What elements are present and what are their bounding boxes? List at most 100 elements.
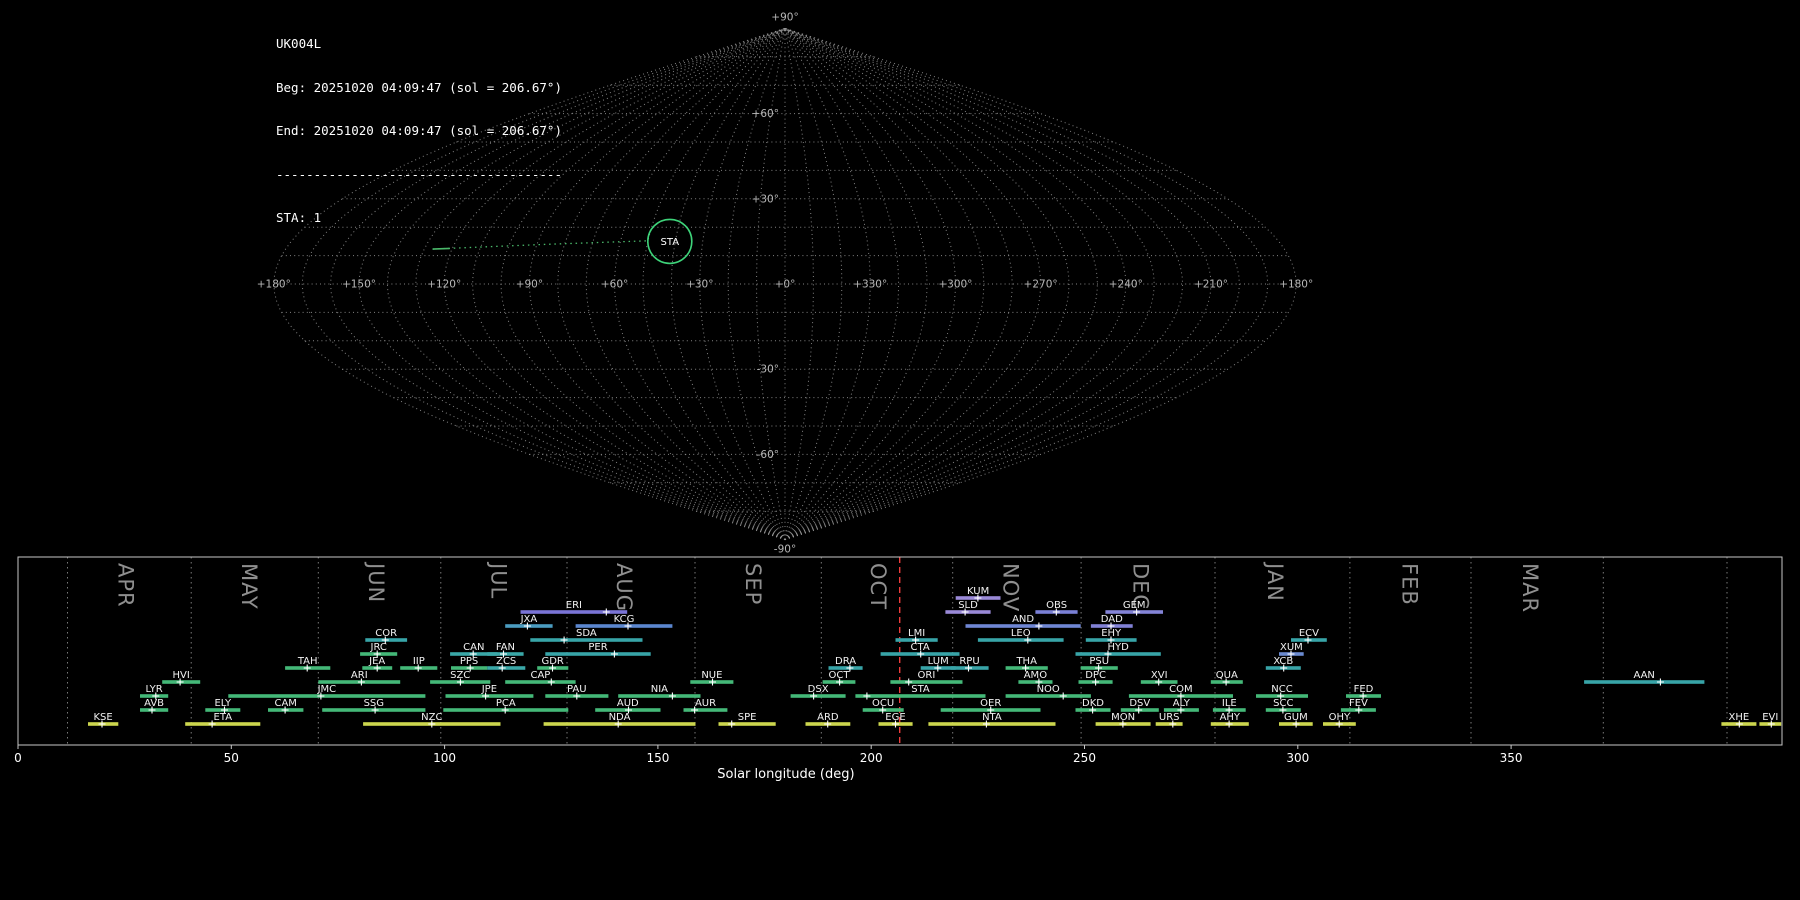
shower-code-label: KCG: [614, 614, 635, 625]
shower-code-label: FED: [1354, 684, 1374, 695]
shower-code-label: HYD: [1108, 642, 1130, 653]
longitude-label: +0°: [775, 279, 796, 291]
month-label: OCT: [866, 563, 890, 610]
longitude-label: +240°: [1109, 279, 1143, 291]
shower-code-label: NDA: [609, 712, 631, 723]
shower-code-label: XCB: [1273, 656, 1293, 667]
shower-code-label: EGE: [885, 712, 905, 723]
shower-code-label: ILE: [1222, 698, 1237, 709]
shower-code-label: DAD: [1101, 614, 1123, 625]
latitude-label: -30°: [757, 364, 779, 376]
month-label: MAY: [237, 563, 261, 610]
month-label: FEB: [1398, 563, 1422, 606]
shower-code-label: ECV: [1299, 628, 1319, 639]
x-tick-label: 50: [224, 751, 239, 765]
shower-code-label: OCT: [829, 670, 851, 681]
shower-code-label: ERI: [566, 600, 582, 611]
shower-code-label: NTA: [982, 712, 1002, 723]
shower-code-label: COR: [375, 628, 397, 639]
shower-code-label: KSE: [93, 712, 112, 723]
shower-code-label: NIA: [651, 684, 668, 695]
shower-code-label: OCU: [872, 698, 894, 709]
radiant-shower-code: STA: [661, 237, 680, 248]
shower-code-label: ZCS: [496, 656, 516, 667]
shower-code-label: ARI: [351, 670, 368, 681]
shower-code-label: QUA: [1216, 670, 1238, 681]
month-label: MAR: [1518, 563, 1542, 613]
month-label: JAN: [1263, 561, 1287, 602]
x-tick-label: 0: [14, 751, 22, 765]
shower-code-label: NCC: [1271, 684, 1292, 695]
shower-code-label: IIP: [413, 656, 425, 667]
shower-code-label: SZC: [450, 670, 470, 681]
shower-code-label: RPU: [959, 656, 979, 667]
shower-code-label: XHE: [1729, 712, 1750, 723]
longitude-label: +150°: [342, 279, 376, 291]
shower-code-label: AUR: [695, 698, 716, 709]
longitude-label: +180°: [257, 279, 291, 291]
shower-code-label: FAN: [496, 642, 515, 653]
longitude-label: +210°: [1194, 279, 1228, 291]
shower-code-label: CAN: [463, 642, 484, 653]
shower-code-label: OER: [980, 698, 1001, 709]
end-time: End: 20251020 04:09:47 (sol = 206.67°): [276, 124, 562, 139]
month-label: SEP: [741, 563, 765, 605]
pole-south-label: -90°: [774, 544, 796, 555]
shower-code-label: SCC: [1273, 698, 1293, 709]
shower-code-label: NZC: [421, 712, 442, 723]
shower-code-label: LMI: [908, 628, 925, 639]
shower-code-label: PPS: [460, 656, 478, 667]
shower-code-label: DKD: [1082, 698, 1104, 709]
shower-code-label: JRC: [370, 642, 387, 653]
meteor-observation-screen: UK004L Beg: 20251020 04:09:47 (sol = 206…: [0, 0, 1800, 900]
month-label: AUG: [612, 563, 636, 612]
longitude-label: +90°: [516, 279, 543, 291]
shower-code-label: EHY: [1101, 628, 1122, 639]
x-axis-title: Solar longitude (deg): [717, 767, 854, 782]
shower-code-label: LUM: [928, 656, 949, 667]
shower-code-label: SDA: [576, 628, 597, 639]
x-tick-label: 100: [433, 751, 456, 765]
shower-code-label: OBS: [1046, 600, 1067, 611]
shower-code-label: DSX: [808, 684, 829, 695]
longitude-label: +60°: [601, 279, 628, 291]
shower-code-label: ALY: [1173, 698, 1191, 709]
shower-code-label: AAN: [1633, 670, 1654, 681]
x-tick-label: 300: [1286, 751, 1309, 765]
sky-map: +90°-90°+60°+30°-30°-60°+180°+150°+120°+…: [0, 0, 1800, 555]
shower-code-label: LYR: [145, 684, 162, 695]
shower-code-label: ARD: [817, 712, 839, 723]
shower-code-label: FEV: [1349, 698, 1368, 709]
shower-activity-timeline: APRMAYJUNJULAUGSEPOCTNOVDECJANFEBMARKUME…: [0, 555, 1800, 900]
shower-code-label: PCA: [496, 698, 516, 709]
longitude-label: +300°: [938, 279, 972, 291]
shower-code-label: HVI: [173, 670, 190, 681]
shower-code-label: PAU: [567, 684, 587, 695]
month-label: NOV: [999, 563, 1023, 612]
observation-header: UK004L Beg: 20251020 04:09:47 (sol = 206…: [276, 8, 562, 255]
month-label: JUL: [486, 561, 510, 599]
latitude-label: +30°: [752, 193, 779, 205]
shower-code-label: THA: [1015, 656, 1037, 667]
shower-code-label: CAM: [274, 698, 296, 709]
longitude-label: +120°: [427, 279, 461, 291]
begin-time: Beg: 20251020 04:09:47 (sol = 206.67°): [276, 81, 562, 96]
shower-code-label: STA: [911, 684, 930, 695]
station-id: UK004L: [276, 37, 562, 52]
longitude-label: +30°: [686, 279, 713, 291]
longitude-label: +270°: [1024, 279, 1058, 291]
shower-code-label: XVI: [1151, 670, 1168, 681]
x-tick-label: 250: [1073, 751, 1096, 765]
shower-code-label: OHY: [1329, 712, 1351, 723]
shower-code-label: JEA: [368, 656, 385, 667]
shower-code-label: NUE: [701, 670, 722, 681]
shower-code-label: SSG: [364, 698, 384, 709]
shower-code-label: SPE: [738, 712, 757, 723]
x-axis: 050100150200250300350Solar longitude (de…: [14, 745, 1522, 782]
shower-code-label: LEO: [1011, 628, 1031, 639]
shower-code-label: COM: [1169, 684, 1192, 695]
shower-code-label: KUM: [967, 586, 989, 597]
latitude-label: +60°: [752, 108, 779, 120]
shower-code-label: CTA: [911, 642, 930, 653]
shower-code-label: AND: [1012, 614, 1034, 625]
